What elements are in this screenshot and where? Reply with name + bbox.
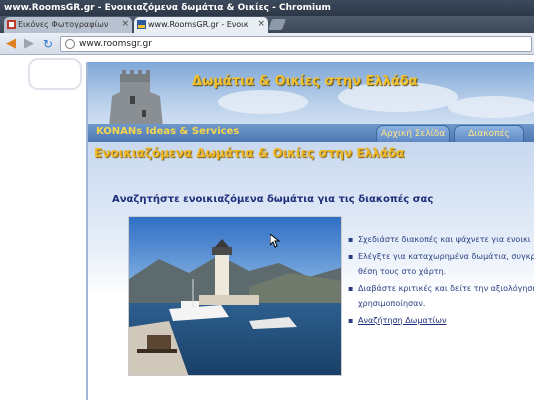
bullet-icon: ▪ xyxy=(348,252,354,261)
list-item: ▪ Σχεδιάστε διακοπές και ψάχνετε για ενο… xyxy=(346,232,534,247)
page-viewport[interactable]: Δωμάτια & Οικίες στην Ελλάδα KONANs Idea… xyxy=(0,56,534,400)
reload-icon[interactable]: ↻ xyxy=(40,36,56,52)
tab-label: Εικόνες Φωτογραφίων xyxy=(18,20,109,29)
tab-photos[interactable]: Εικόνες Φωτογραφίων × xyxy=(4,17,132,33)
address-text: www.roomsgr.gr xyxy=(79,39,152,49)
tab-close-icon[interactable]: × xyxy=(121,17,129,32)
nav-tab-home[interactable]: Αρχική Σελίδα xyxy=(376,125,450,142)
tab-roomsgr[interactable]: www.RoomsGR.gr - Ενοικ × xyxy=(134,17,268,33)
feature-list: ▪ Σχεδιάστε διακοπές και ψάχνετε για ενο… xyxy=(346,232,534,330)
search-rooms-link[interactable]: Αναζήτηση Δωματίων xyxy=(358,316,446,325)
feature-text: Διαβάστε κριτικές και δείτε την αξιολόγη… xyxy=(358,284,534,293)
feature-text: Σχεδιάστε διακοπές και ψάχνετε για ενοικ… xyxy=(358,235,531,244)
faded-logo xyxy=(28,58,82,90)
bullet-icon: ▪ xyxy=(348,316,354,325)
site-navbar: KONANs Ideas & Services Αρχική Σελίδα Δι… xyxy=(88,124,534,142)
nav-tab-vacations[interactable]: Διακοπές xyxy=(454,125,524,142)
page-margin xyxy=(0,56,86,400)
site-container: Δωμάτια & Οικίες στην Ελλάδα KONANs Idea… xyxy=(86,62,534,400)
mouse-cursor-icon xyxy=(270,234,280,248)
globe-icon xyxy=(65,39,75,49)
cloud-shape xyxy=(218,90,308,114)
harbor-lighthouse-photo xyxy=(128,216,342,376)
address-bar[interactable]: www.roomsgr.gr xyxy=(60,36,532,52)
bullet-icon: ▪ xyxy=(348,235,354,244)
section-subheading: Αναζητήστε ενοικιαζόμενα δωμάτια για τις… xyxy=(112,194,434,205)
forward-arrow-icon[interactable]: ▶ xyxy=(21,36,37,52)
banner-title: Δωμάτια & Οικίες στην Ελλάδα xyxy=(192,74,418,89)
bullet-icon: ▪ xyxy=(348,284,354,293)
tab-strip: Εικόνες Φωτογραφίων × www.RoomsGR.gr - Ε… xyxy=(0,16,534,33)
window-title: www.RoomsGR.gr - Ενοικιαζόμενα δωμάτια &… xyxy=(0,0,534,16)
page-heading: Ενοικιαζόμενα Δωμάτια & Οικίες στην Ελλά… xyxy=(94,146,405,160)
list-item: ▪ Αναζήτηση Δωματίων xyxy=(346,313,534,328)
browser-toolbar: ◀ ▶ ↻ www.roomsgr.gr xyxy=(0,33,534,55)
brand-name[interactable]: KONANs Ideas & Services xyxy=(96,126,239,137)
tab-favicon-icon xyxy=(137,20,146,29)
cloud-shape xyxy=(448,96,534,118)
tab-favicon-icon xyxy=(7,20,16,29)
feature-text-continued: χρησιμοποίησαν. xyxy=(358,299,426,308)
tab-close-icon[interactable]: × xyxy=(257,17,265,32)
feature-text: Ελέγξτε για καταχωρημένα δωμάτια, συγκρ xyxy=(358,252,534,261)
new-tab-button[interactable] xyxy=(267,19,287,30)
list-item: ▪ Διαβάστε κριτικές και δείτε την αξιολό… xyxy=(346,281,534,311)
list-item: ▪ Ελέγξτε για καταχωρημένα δωμάτια, συγκ… xyxy=(346,249,534,279)
tab-label: www.RoomsGR.gr - Ενοικ xyxy=(148,20,249,29)
back-arrow-icon[interactable]: ◀ xyxy=(3,36,19,52)
feature-text-continued: θέση τους στο χάρτη. xyxy=(358,267,447,276)
